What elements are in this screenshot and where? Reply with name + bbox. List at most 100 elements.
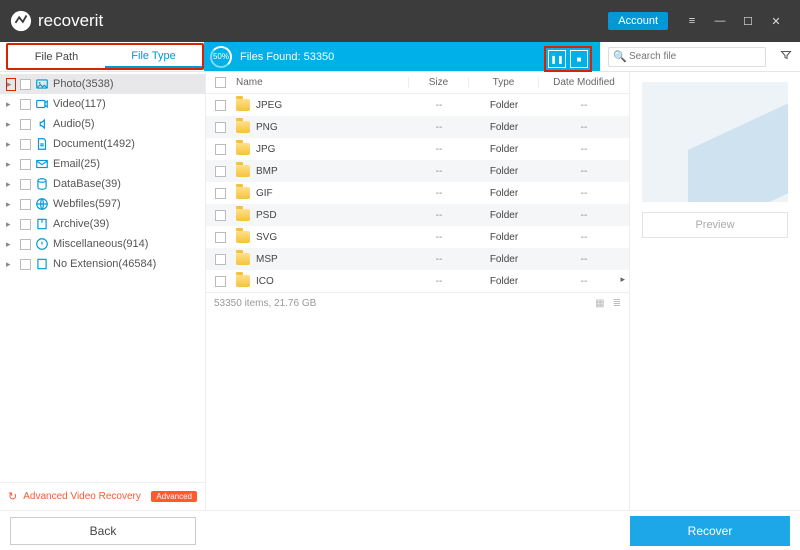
table-row[interactable]: BMP--Folder--: [206, 160, 629, 182]
restore-icon: ↻: [8, 490, 17, 503]
row-name: SVG: [256, 232, 277, 243]
col-name[interactable]: Name: [234, 77, 409, 88]
tab-file-path[interactable]: File Path: [8, 45, 105, 68]
advanced-label: Advanced Video Recovery: [23, 491, 145, 502]
table-body: JPEG--Folder--PNG--Folder--JPG--Folder--…: [206, 94, 629, 292]
search-icon: 🔍: [613, 50, 627, 63]
category-checkbox[interactable]: [20, 139, 31, 150]
expand-caret-icon[interactable]: ▸: [6, 78, 16, 91]
pause-scan-button[interactable]: ❚❚: [548, 50, 566, 68]
minimize-icon[interactable]: —: [706, 7, 734, 35]
search-input[interactable]: [608, 47, 766, 67]
account-button[interactable]: Account: [608, 12, 668, 30]
stop-icon: ■: [577, 55, 582, 64]
sidebar-item-audio[interactable]: ▸Audio(5): [0, 114, 205, 134]
stop-scan-button[interactable]: ■: [570, 50, 588, 68]
row-checkbox[interactable]: [215, 188, 226, 199]
grid-view-icon[interactable]: ▦: [595, 298, 604, 309]
sidebar-item-misc[interactable]: ▸ Miscellaneous(914): [0, 234, 205, 254]
table-row[interactable]: JPEG--Folder--: [206, 94, 629, 116]
row-checkbox[interactable]: [215, 166, 226, 177]
folder-icon: [236, 121, 250, 133]
row-size: --: [409, 144, 469, 155]
recoverit-logo-icon: [10, 10, 32, 32]
preview-thumbnail: [642, 82, 788, 202]
scan-percent-ring: 50%: [210, 46, 232, 68]
table-row[interactable]: MSP--Folder--: [206, 248, 629, 270]
table-row[interactable]: SVG--Folder--: [206, 226, 629, 248]
recover-button[interactable]: Recover: [630, 516, 790, 546]
category-checkbox[interactable]: [20, 179, 31, 190]
category-checkbox[interactable]: [20, 79, 31, 90]
category-checkbox[interactable]: [20, 159, 31, 170]
row-type: Folder: [469, 276, 539, 287]
sidebar-item-image[interactable]: ▸Photo(3538): [0, 74, 205, 94]
menu-icon[interactable]: ≡: [678, 7, 706, 35]
category-checkbox[interactable]: [20, 99, 31, 110]
expand-caret-icon[interactable]: ▸: [6, 119, 16, 130]
expand-caret-icon[interactable]: ▸: [6, 199, 16, 210]
expand-caret-icon[interactable]: ▸: [6, 259, 16, 270]
category-label: Miscellaneous(914): [53, 238, 148, 250]
sidebar-item-none[interactable]: ▸ No Extension(46584): [0, 254, 205, 274]
expand-caret-icon[interactable]: ▸: [6, 99, 16, 110]
expand-caret-icon[interactable]: ▸: [6, 159, 16, 170]
expand-caret-icon[interactable]: ▸: [6, 179, 16, 190]
misc-icon: [35, 237, 49, 251]
row-name: JPEG: [256, 100, 282, 111]
folder-icon: [236, 275, 250, 287]
maximize-icon[interactable]: ☐: [734, 7, 762, 35]
row-checkbox[interactable]: [215, 144, 226, 155]
table-row[interactable]: JPG--Folder--: [206, 138, 629, 160]
row-name: MSP: [256, 254, 278, 265]
row-checkbox[interactable]: [215, 210, 226, 221]
preview-button[interactable]: Preview: [642, 212, 788, 238]
col-type[interactable]: Type: [469, 77, 539, 88]
sidebar-item-video[interactable]: ▸Video(117): [0, 94, 205, 114]
filter-icon[interactable]: [780, 49, 792, 64]
tab-file-type[interactable]: File Type: [105, 45, 202, 68]
col-date[interactable]: Date Modified: [539, 77, 629, 88]
col-size[interactable]: Size: [409, 77, 469, 88]
row-size: --: [409, 276, 469, 287]
table-row[interactable]: ICO--Folder--: [206, 270, 629, 292]
folder-icon: [236, 143, 250, 155]
sidebar-item-doc[interactable]: ▸Document(1492): [0, 134, 205, 154]
sidebar-item-web[interactable]: ▸Webfiles(597): [0, 194, 205, 214]
back-button[interactable]: Back: [10, 517, 196, 545]
search-area: 🔍: [600, 42, 800, 71]
close-icon[interactable]: ✕: [762, 7, 790, 35]
list-view-icon[interactable]: ≣: [613, 298, 621, 309]
row-checkbox[interactable]: [215, 122, 226, 133]
row-checkbox[interactable]: [215, 100, 226, 111]
image-icon: [35, 77, 49, 91]
category-checkbox[interactable]: [20, 199, 31, 210]
expand-caret-icon[interactable]: ▸: [6, 239, 16, 250]
advanced-video-recovery[interactable]: ↻ Advanced Video Recovery Advanced: [0, 482, 205, 510]
table-row[interactable]: PSD--Folder--: [206, 204, 629, 226]
sidebar-item-mail[interactable]: ▸Email(25): [0, 154, 205, 174]
sidebar-item-zip[interactable]: ▸Archive(39): [0, 214, 205, 234]
table-row[interactable]: PNG--Folder--: [206, 116, 629, 138]
row-checkbox[interactable]: [215, 276, 226, 287]
category-checkbox[interactable]: [20, 219, 31, 230]
row-date: --: [539, 254, 629, 265]
sidebar-item-db[interactable]: ▸ DataBase(39): [0, 174, 205, 194]
row-type: Folder: [469, 144, 539, 155]
expand-caret-icon[interactable]: ▸: [6, 219, 16, 230]
row-name: PNG: [256, 122, 278, 133]
table-row[interactable]: GIF--Folder--: [206, 182, 629, 204]
expand-caret-icon[interactable]: ▸: [6, 139, 16, 150]
category-checkbox[interactable]: [20, 119, 31, 130]
select-all-checkbox[interactable]: [215, 77, 226, 88]
row-checkbox[interactable]: [215, 232, 226, 243]
row-date: --: [539, 276, 629, 287]
category-label: DataBase(39): [53, 178, 121, 190]
row-date: --: [539, 122, 629, 133]
mail-icon: [35, 157, 49, 171]
category-checkbox[interactable]: [20, 239, 31, 250]
category-label: No Extension(46584): [53, 258, 156, 270]
category-checkbox[interactable]: [20, 259, 31, 270]
row-checkbox[interactable]: [215, 254, 226, 265]
row-date: --: [539, 100, 629, 111]
